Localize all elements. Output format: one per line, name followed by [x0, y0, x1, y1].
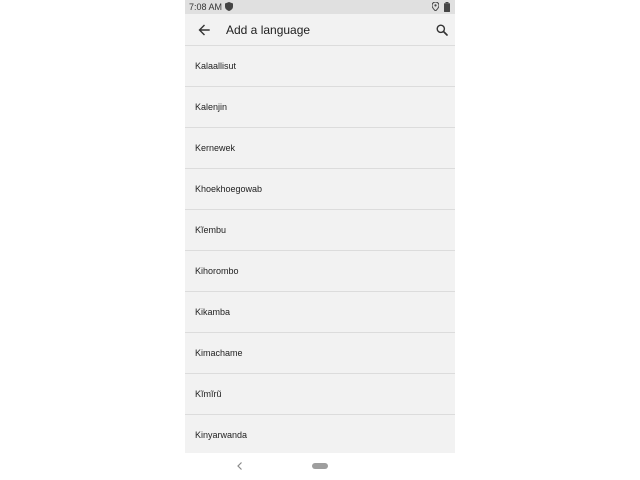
- app-bar: Add a language: [185, 14, 455, 46]
- search-icon: [436, 24, 448, 36]
- shield-icon: [225, 2, 233, 11]
- language-label: Kihorombo: [195, 266, 239, 276]
- nav-back-icon[interactable]: [235, 461, 245, 471]
- list-item[interactable]: Kalenjin: [185, 87, 455, 128]
- list-item[interactable]: Khoekhoegowab: [185, 169, 455, 210]
- navigation-bar: [185, 453, 455, 480]
- phone-screen: 7:08 AM Add a language Kalaallisut Kalen…: [185, 0, 455, 480]
- language-label: Kikamba: [195, 307, 231, 317]
- status-bar: 7:08 AM: [185, 0, 455, 14]
- page-title: Add a language: [226, 23, 311, 37]
- list-item[interactable]: Kernewek: [185, 128, 455, 169]
- nav-home-pill[interactable]: [312, 463, 328, 469]
- list-item[interactable]: Kĩmĩrũ: [185, 374, 455, 415]
- list-item[interactable]: Kĩembu: [185, 210, 455, 251]
- list-item[interactable]: Kihorombo: [185, 251, 455, 292]
- back-button[interactable]: [193, 19, 215, 41]
- language-label: Kernewek: [195, 143, 236, 153]
- language-label: Kĩembu: [195, 225, 227, 235]
- location-icon: [432, 2, 439, 11]
- list-item[interactable]: Kikamba: [185, 292, 455, 333]
- language-list: Kalaallisut Kalenjin Kernewek Khoekhoego…: [185, 46, 455, 456]
- language-label: Kalaallisut: [195, 61, 237, 71]
- language-label: Kĩmĩrũ: [195, 389, 222, 399]
- search-button[interactable]: [431, 19, 453, 41]
- arrow-back-icon: [198, 24, 210, 36]
- status-time: 7:08 AM: [189, 2, 223, 12]
- language-label: Khoekhoegowab: [195, 184, 263, 194]
- battery-icon: [444, 2, 450, 12]
- language-label: Kinyarwanda: [195, 430, 248, 440]
- list-item[interactable]: Kimachame: [185, 333, 455, 374]
- list-item[interactable]: Kinyarwanda: [185, 415, 455, 456]
- language-label: Kalenjin: [195, 102, 228, 112]
- list-item[interactable]: Kalaallisut: [185, 46, 455, 87]
- language-label: Kimachame: [195, 348, 243, 358]
